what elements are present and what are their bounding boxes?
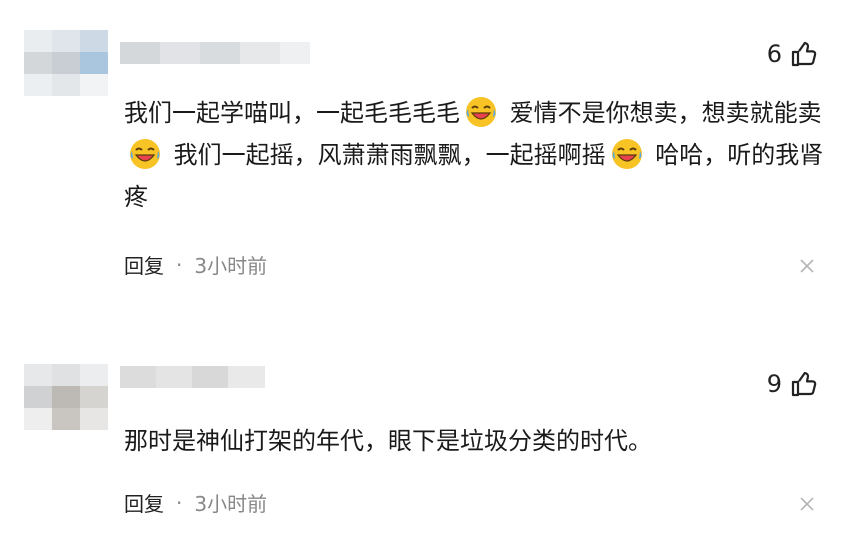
comment-text-segment: 爱情不是你想卖，想卖就能卖 (502, 99, 822, 127)
avatar[interactable] (24, 364, 108, 430)
comment-text-segment: 我们一起学喵叫，一起毛毛毛毛 (124, 99, 460, 127)
comment-item: 6 我们一起学喵叫，一起毛毛毛毛 爱情不是你想卖，想卖就能卖 我们一起摇，风萧萧… (0, 0, 848, 330)
comment-text: 我们一起学喵叫，一起毛毛毛毛 爱情不是你想卖，想卖就能卖 我们一起摇，风萧萧雨飘… (124, 92, 824, 218)
close-icon[interactable] (798, 257, 816, 275)
timestamp: 3小时前 (194, 492, 268, 516)
like-count: 6 (766, 40, 782, 68)
comment-text: 那时是神仙打架的年代，眼下是垃圾分类的时代。 (124, 420, 824, 462)
comment-item: 9 那时是神仙打架的年代，眼下是垃圾分类的时代。 回复 · 3小时前 (0, 330, 848, 540)
username-blurred[interactable] (120, 42, 310, 64)
comment-text-segment: 我们一起摇，风萧萧雨飘飘，一起摇啊摇 (166, 141, 606, 169)
comment-meta: 回复 · 3小时前 (124, 250, 267, 279)
like-button[interactable]: 9 (767, 370, 818, 398)
laughing-crying-emoji-icon (466, 97, 496, 127)
separator-dot: · (176, 252, 183, 277)
avatar[interactable] (24, 30, 108, 96)
timestamp: 3小时前 (194, 254, 268, 278)
like-button[interactable]: 6 (767, 40, 818, 68)
reply-button[interactable]: 回复 (124, 488, 164, 517)
close-icon[interactable] (798, 495, 816, 513)
thumbs-up-icon (791, 41, 817, 67)
thumbs-up-icon (791, 371, 817, 397)
laughing-crying-emoji-icon (611, 139, 642, 169)
username-blurred[interactable] (120, 366, 265, 388)
separator-dot: · (176, 490, 183, 515)
laughing-crying-emoji-icon (130, 139, 160, 169)
comment-text-segment: 那时是神仙打架的年代，眼下是垃圾分类的时代。 (124, 427, 652, 455)
reply-button[interactable]: 回复 (124, 250, 164, 279)
comment-meta: 回复 · 3小时前 (124, 488, 267, 517)
like-count: 9 (766, 370, 782, 398)
